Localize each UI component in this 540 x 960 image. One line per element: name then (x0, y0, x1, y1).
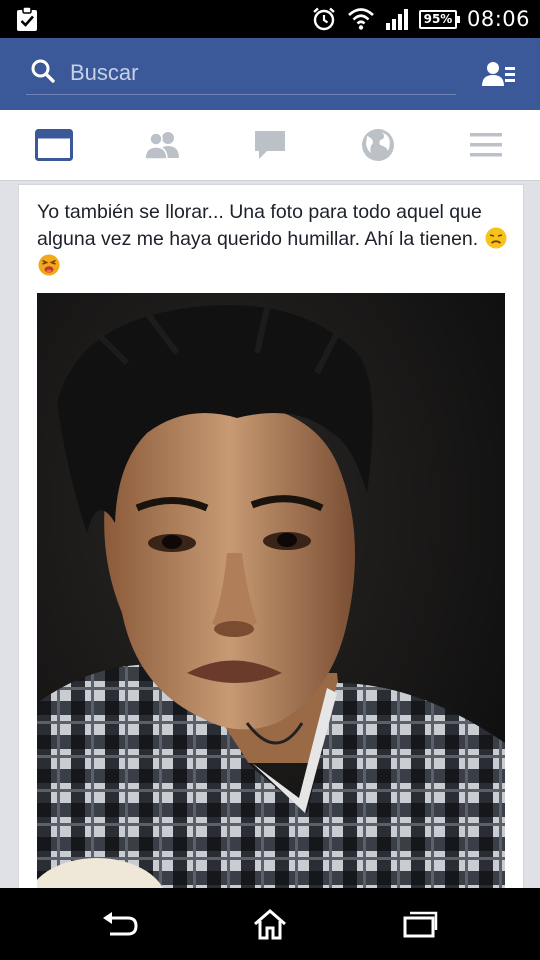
tab-notifications[interactable] (324, 110, 432, 180)
alarm-icon (313, 7, 335, 31)
recent-apps-button[interactable] (390, 902, 450, 946)
tab-news-feed[interactable] (0, 110, 108, 180)
friends-icon (144, 132, 179, 160)
friend-requests-icon[interactable] (482, 60, 516, 88)
tab-friends[interactable] (108, 110, 216, 180)
disappointed-face-emoji (485, 227, 507, 249)
signal-icon (385, 9, 408, 30)
back-button[interactable] (90, 902, 150, 946)
search-icon[interactable] (30, 58, 56, 84)
app-header (0, 38, 540, 110)
tab-more[interactable] (432, 110, 540, 180)
search-bar[interactable] (26, 52, 456, 95)
battery-percent: 95% (423, 12, 453, 26)
status-bar: 95% 08:06 (0, 0, 540, 38)
clock: 08:06 (466, 7, 530, 31)
wifi-icon (348, 8, 374, 30)
hamburger-menu-icon (470, 133, 502, 157)
clipboard-check-icon (17, 6, 37, 31)
tab-bar (0, 110, 540, 181)
recent-apps-icon (403, 911, 438, 938)
battery-icon: 95% (418, 9, 460, 29)
navigation-bar (0, 888, 540, 960)
tired-face-emoji (38, 254, 60, 276)
home-icon (254, 909, 286, 940)
post-photo[interactable] (37, 293, 505, 905)
news-feed-icon (35, 129, 73, 161)
chat-bubble-icon (255, 131, 285, 159)
post-text: Yo también se llorar... Una foto para to… (37, 201, 482, 250)
back-icon (103, 912, 138, 936)
post-text-block: Yo también se llorar... Una foto para to… (37, 199, 507, 280)
globe-icon (362, 129, 394, 161)
tab-messages[interactable] (216, 110, 324, 180)
crying-selfie-image (37, 293, 505, 905)
home-button[interactable] (240, 902, 300, 946)
search-input[interactable] (68, 56, 442, 90)
feed-post: Yo también se llorar... Una foto para to… (18, 184, 524, 905)
